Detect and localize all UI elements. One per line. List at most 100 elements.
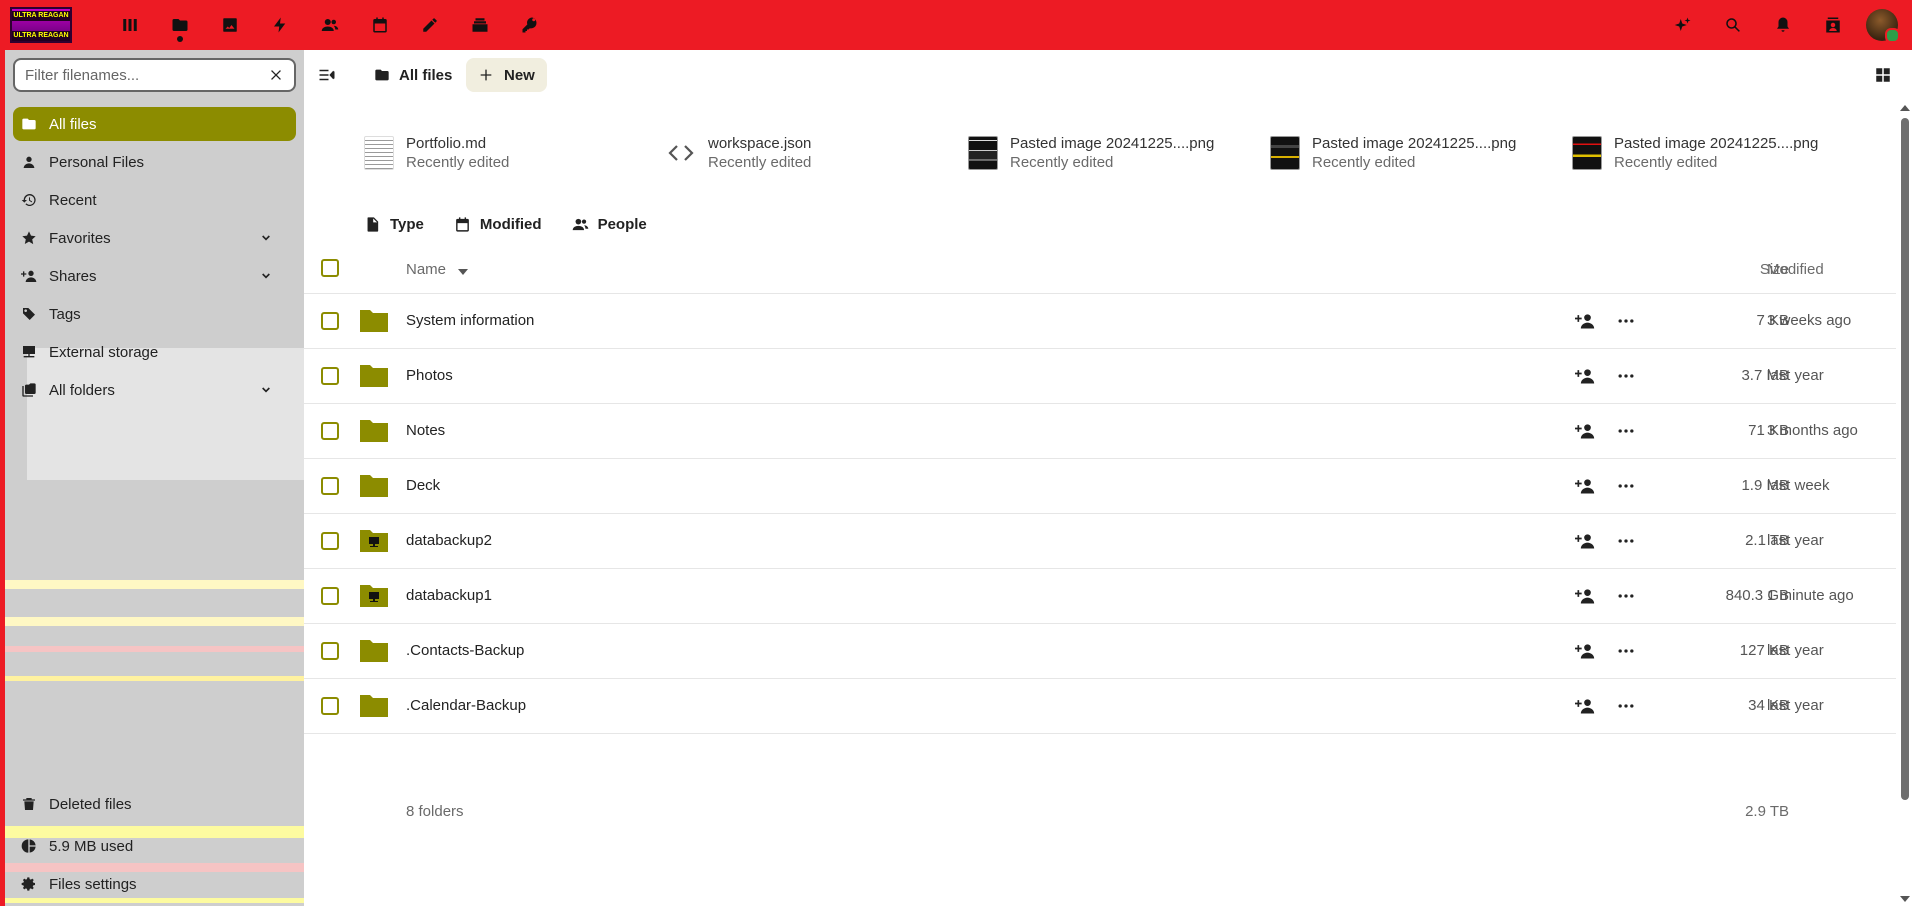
- more-actions-icon[interactable]: [1616, 476, 1636, 496]
- row-checkbox[interactable]: [321, 532, 339, 550]
- filter-people[interactable]: People: [572, 207, 647, 241]
- files-settings-button[interactable]: Files settings: [13, 867, 296, 901]
- calendar-icon: [456, 216, 469, 232]
- more-actions-icon[interactable]: [1616, 366, 1636, 386]
- files-list-view: All files New Portfolio.md Recently edite…: [304, 50, 1896, 906]
- table-row[interactable]: System information 7 KB 3 weeks ago: [304, 294, 1896, 349]
- file-name[interactable]: System information: [406, 312, 534, 329]
- share-icon[interactable]: [1575, 696, 1595, 716]
- table-row[interactable]: databackup1 840.3 GB 1 minute ago: [304, 569, 1896, 624]
- chevron-down-icon[interactable]: [258, 382, 274, 398]
- sidebar-item-recent[interactable]: Recent: [13, 183, 296, 217]
- column-name[interactable]: Name: [406, 261, 446, 278]
- star-icon: [22, 231, 36, 245]
- table-row[interactable]: Photos 3.7 MB last year: [304, 349, 1896, 404]
- chevron-down-icon[interactable]: [258, 230, 274, 246]
- more-actions-icon[interactable]: [1616, 641, 1636, 661]
- file-name[interactable]: Notes: [406, 422, 445, 439]
- share-icon[interactable]: [1575, 586, 1595, 606]
- assistant-icon[interactable]: [1658, 0, 1708, 50]
- avatar[interactable]: [1866, 9, 1900, 43]
- more-actions-icon[interactable]: [1616, 421, 1636, 441]
- recent-file-card[interactable]: Pasted image 20241225....png Recently edi…: [1270, 131, 1516, 175]
- table-row[interactable]: databackup2 2.1 TB last year: [304, 514, 1896, 569]
- share-icon[interactable]: [1575, 311, 1595, 331]
- scroll-down-icon[interactable]: [1900, 896, 1910, 902]
- file-name[interactable]: Photos: [406, 367, 453, 384]
- deck-icon[interactable]: [455, 0, 505, 50]
- sidebar-item-favorites[interactable]: Favorites: [13, 221, 296, 255]
- scroll-up-icon[interactable]: [1900, 105, 1910, 111]
- recent-file-card[interactable]: Portfolio.md Recently edited: [364, 131, 509, 175]
- file-modified: 3 months ago: [1767, 422, 1858, 439]
- recent-file-name: Portfolio.md: [406, 135, 487, 152]
- folder-multiple-icon: [22, 383, 36, 397]
- file-name[interactable]: Deck: [406, 477, 440, 494]
- table-row[interactable]: .Calendar-Backup 34 KB last year: [304, 679, 1896, 734]
- more-actions-icon[interactable]: [1616, 311, 1636, 331]
- more-actions-icon[interactable]: [1616, 696, 1636, 716]
- recent-file-card[interactable]: workspace.json Recently edited: [666, 131, 811, 175]
- storage-quota[interactable]: 5.9 MB used: [13, 829, 296, 863]
- breadcrumb[interactable]: All files: [364, 59, 462, 91]
- row-checkbox[interactable]: [321, 422, 339, 440]
- filter-modified[interactable]: Modified: [454, 207, 542, 241]
- filter-label: People: [597, 215, 647, 233]
- folder-icon: [360, 310, 388, 332]
- select-all-checkbox[interactable]: [321, 259, 339, 277]
- deleted-files-link[interactable]: Deleted files: [13, 787, 296, 821]
- file-name[interactable]: .Contacts-Backup: [406, 642, 524, 659]
- share-icon[interactable]: [1575, 421, 1595, 441]
- table-row[interactable]: .Contacts-Backup 127 KB last year: [304, 624, 1896, 679]
- chevron-down-icon[interactable]: [258, 268, 274, 284]
- row-checkbox[interactable]: [321, 312, 339, 330]
- share-icon[interactable]: [1575, 531, 1595, 551]
- file-thumbnail: [364, 136, 394, 170]
- more-actions-icon[interactable]: [1616, 586, 1636, 606]
- scrollbar-thumb[interactable]: [1901, 118, 1909, 800]
- sidebar-item-all-folders[interactable]: All folders: [13, 373, 296, 407]
- file-name[interactable]: databackup2: [406, 532, 492, 549]
- search-icon[interactable]: [1708, 0, 1758, 50]
- sidebar-item-all-files[interactable]: All files: [13, 107, 296, 141]
- dashboard-icon[interactable]: [105, 0, 155, 50]
- row-checkbox[interactable]: [321, 697, 339, 715]
- share-icon[interactable]: [1575, 476, 1595, 496]
- file-name[interactable]: .Calendar-Backup: [406, 697, 526, 714]
- new-button[interactable]: New: [466, 58, 547, 92]
- row-checkbox[interactable]: [321, 367, 339, 385]
- sidebar-item-tags[interactable]: Tags: [13, 297, 296, 331]
- sidebar-item-shares[interactable]: Shares: [13, 259, 296, 293]
- sidebar-item-label: Tags: [49, 305, 81, 323]
- passwords-icon[interactable]: [505, 0, 555, 50]
- row-checkbox[interactable]: [321, 587, 339, 605]
- contacts-icon[interactable]: [305, 0, 355, 50]
- share-icon[interactable]: [1575, 641, 1595, 661]
- logo[interactable]: ULTRA REAGAN ULTRA REAGAN: [10, 7, 72, 43]
- notes-icon[interactable]: [405, 0, 455, 50]
- activity-icon[interactable]: [255, 0, 305, 50]
- sidebar-item-personal-files[interactable]: Personal Files: [13, 145, 296, 179]
- clear-filter-icon[interactable]: [268, 67, 284, 83]
- contacts-menu-icon[interactable]: [1808, 0, 1858, 50]
- table-row[interactable]: Notes 71 KB 3 months ago: [304, 404, 1896, 459]
- more-actions-icon[interactable]: [1616, 531, 1636, 551]
- filter-input[interactable]: [25, 66, 268, 84]
- calendar-icon[interactable]: [355, 0, 405, 50]
- column-modified[interactable]: Modified: [1767, 261, 1824, 278]
- toggle-navigation-icon[interactable]: [318, 67, 336, 83]
- file-name[interactable]: databackup1: [406, 587, 492, 604]
- filter-type[interactable]: Type: [364, 207, 424, 241]
- notifications-icon[interactable]: [1758, 0, 1808, 50]
- files-icon[interactable]: [155, 0, 205, 50]
- scrollbar[interactable]: [1896, 50, 1912, 906]
- recent-file-card[interactable]: Pasted image 20241225....png Recently edi…: [968, 131, 1214, 175]
- table-row[interactable]: Deck 1.9 MB last week: [304, 459, 1896, 514]
- grid-view-icon[interactable]: [1874, 66, 1892, 84]
- recent-file-card[interactable]: Pasted image 20241225....png Recently edi…: [1572, 131, 1818, 175]
- row-checkbox[interactable]: [321, 642, 339, 660]
- sidebar-item-external-storage[interactable]: External storage: [13, 335, 296, 369]
- share-icon[interactable]: [1575, 366, 1595, 386]
- photos-icon[interactable]: [205, 0, 255, 50]
- row-checkbox[interactable]: [321, 477, 339, 495]
